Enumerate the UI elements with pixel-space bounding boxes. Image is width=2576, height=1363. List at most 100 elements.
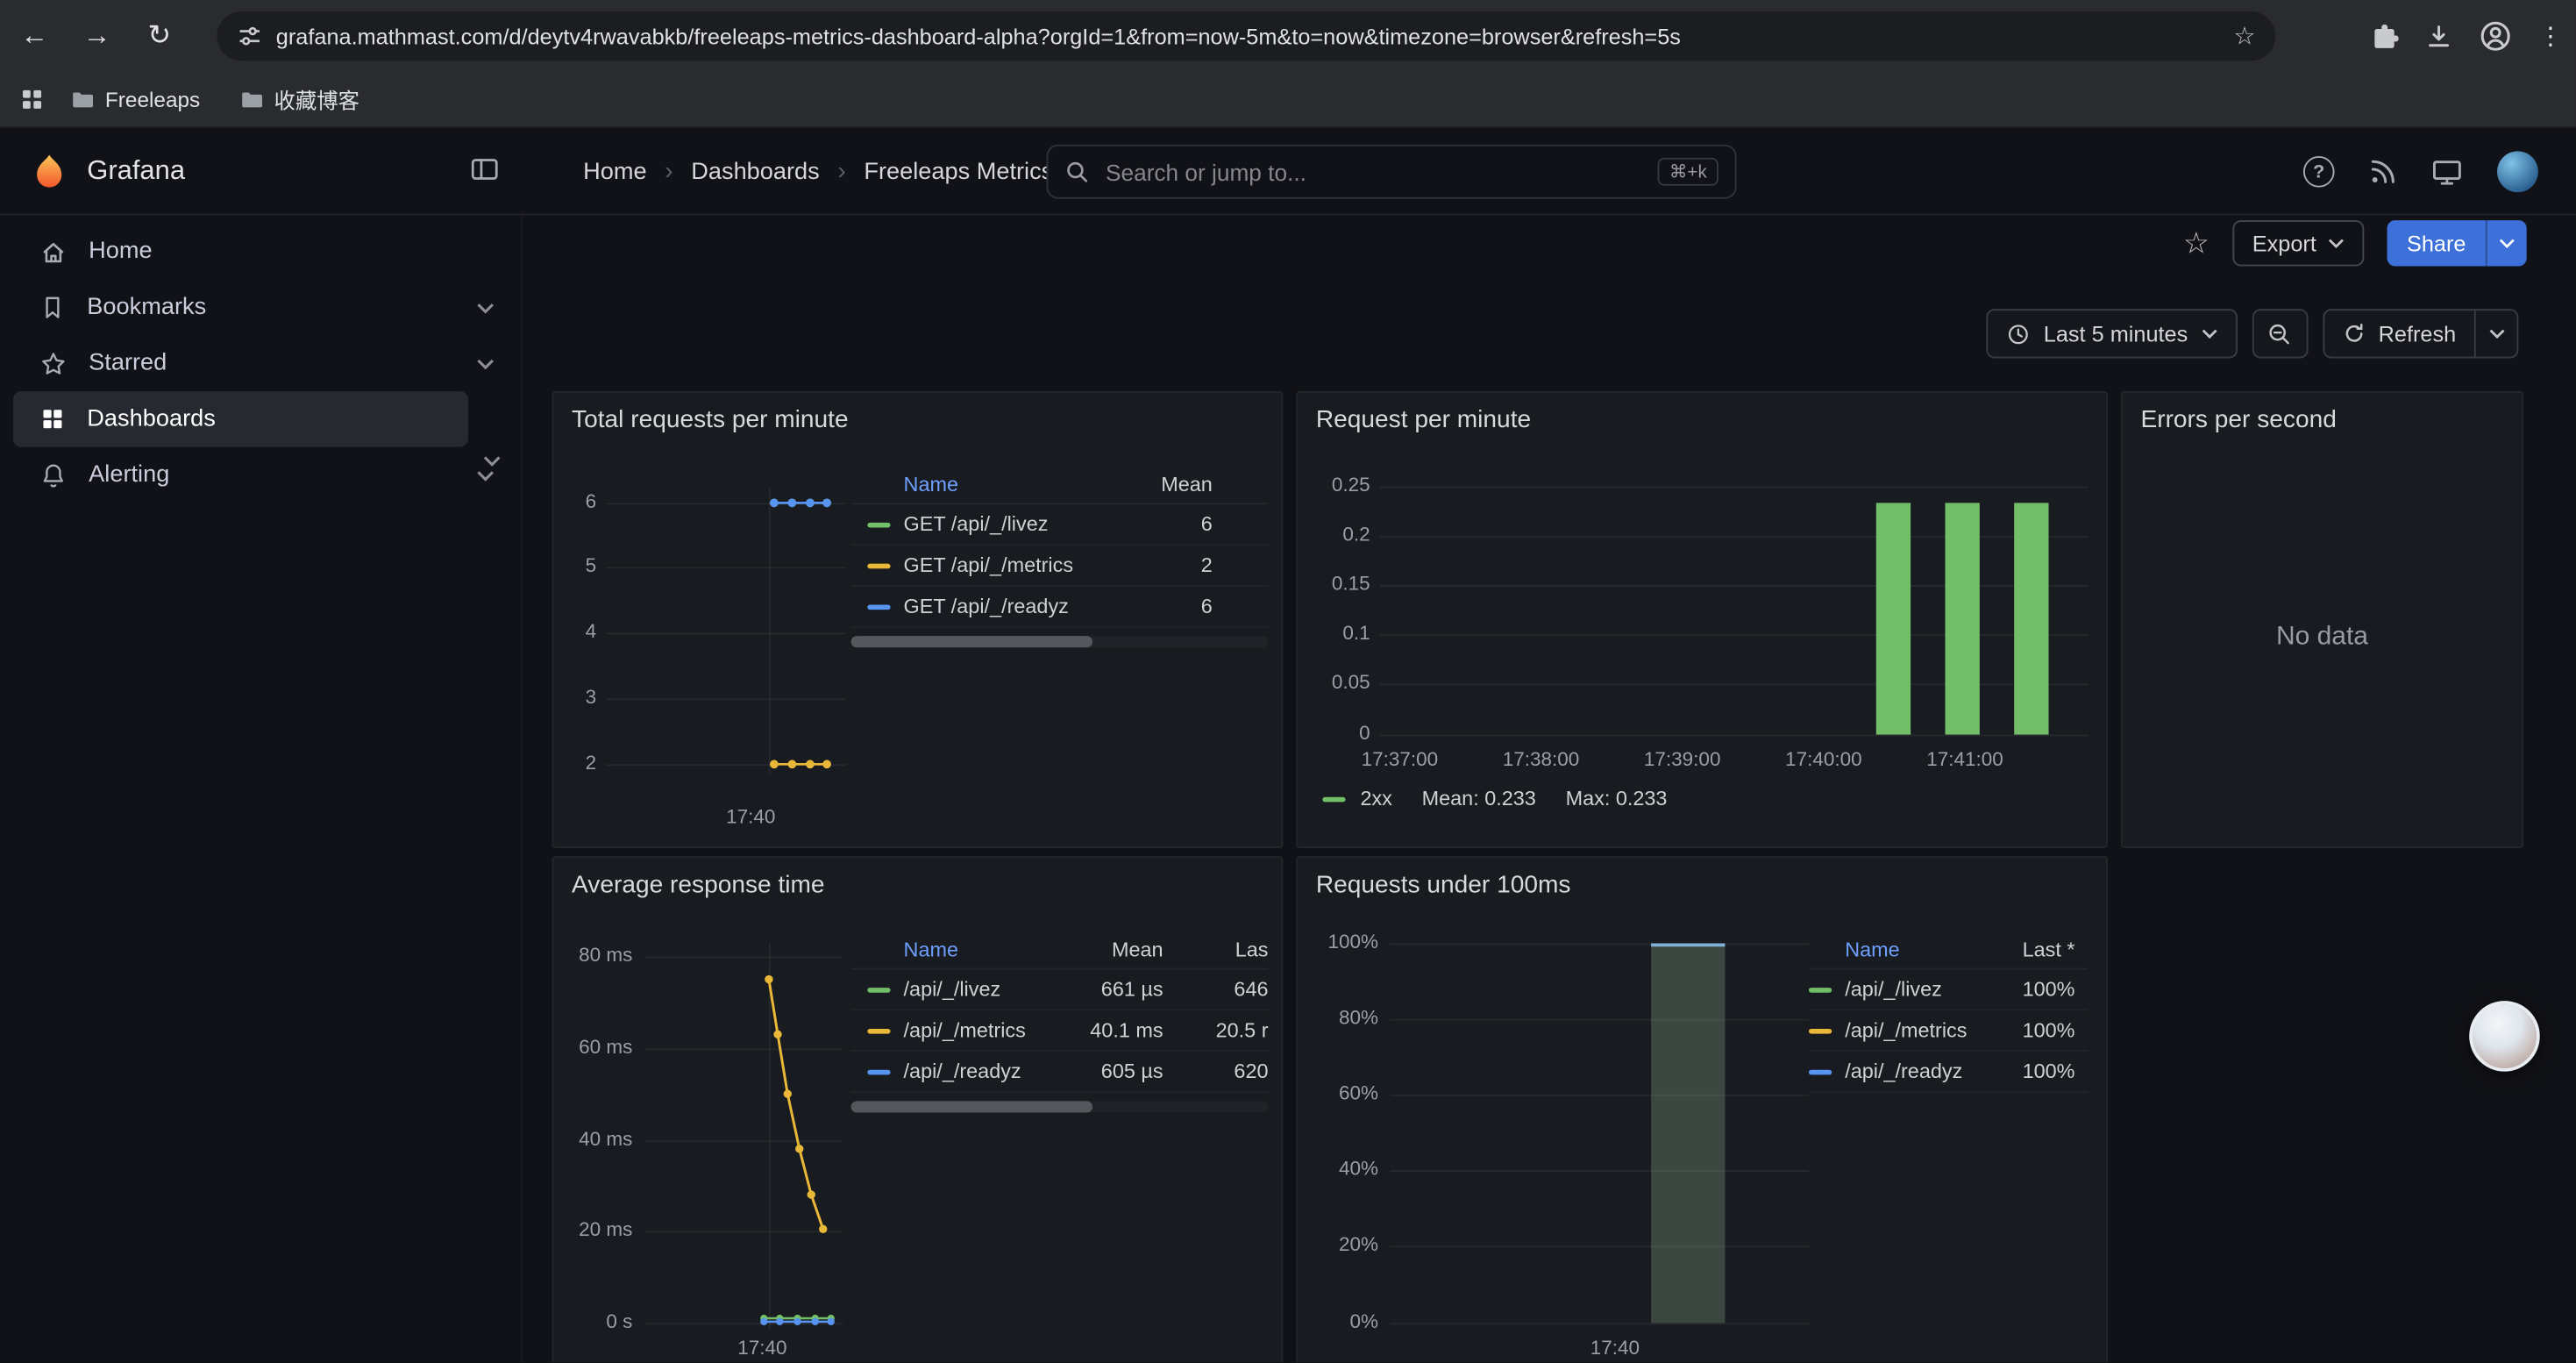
legend-header-mean[interactable]: Mean (1104, 473, 1268, 496)
chevron-down-icon[interactable] (476, 358, 495, 369)
legend-scrollbar[interactable] (851, 636, 1269, 647)
bookmark-folder-blogs[interactable]: 收藏博客 (226, 79, 373, 120)
help-icon[interactable]: ? (2303, 156, 2335, 188)
legend-row[interactable]: /api/_/metrics 100% (1809, 1010, 2089, 1052)
chevron-down-icon (2488, 329, 2505, 339)
share-button[interactable]: Share (2387, 220, 2485, 266)
panel-avg-response-time: Average response time 80 ms60 ms40 ms20 … (552, 856, 1284, 1362)
legend-header-last[interactable]: Last * (1996, 938, 2075, 960)
share-label: Share (2407, 231, 2466, 255)
star-icon (39, 349, 68, 377)
legend-row[interactable]: /api/_/readyz 100% (1809, 1052, 2089, 1093)
panel-total-requests: Total requests per minute 6543217:40 Nam… (552, 391, 1284, 848)
scrollbar-thumb[interactable] (851, 1101, 1093, 1112)
legend-row[interactable]: /api/_/readyz 605 µs 620 (851, 1052, 1269, 1093)
refresh-button[interactable]: Refresh (2324, 310, 2474, 356)
search-input[interactable] (1102, 157, 1644, 187)
search-icon (1064, 160, 1089, 184)
profile-icon[interactable] (2479, 19, 2511, 52)
grafana-logo-icon (30, 152, 69, 191)
legend-row[interactable]: GET /api/_/readyz 6 (851, 587, 1269, 628)
reload-button[interactable]: ↻ (132, 8, 188, 64)
legend-header-last[interactable]: Las (1190, 938, 1269, 960)
time-controls: Last 5 minutes Refresh (1986, 309, 2518, 358)
grafana-brand[interactable]: Grafana (0, 128, 523, 215)
series-color-dash (867, 604, 890, 610)
apps-grid-icon[interactable] (19, 87, 44, 111)
back-button[interactable]: ← (6, 8, 62, 64)
bar (1945, 503, 1979, 735)
browser-menu-icon[interactable]: ⋮ (2538, 21, 2563, 51)
export-button[interactable]: Export (2232, 220, 2364, 266)
sidebar-item-bookmarks[interactable]: Bookmarks (13, 280, 508, 336)
user-avatar[interactable] (2497, 151, 2538, 192)
panel-title[interactable]: Errors per second (2123, 393, 2522, 438)
address-bar[interactable]: grafana.mathmast.com/d/deytv4rwavabkb/fr… (217, 11, 2275, 61)
breadcrumb-dashboards[interactable]: Dashboards (691, 159, 820, 185)
breadcrumb-home[interactable]: Home (583, 159, 646, 185)
grid-h (1380, 487, 2089, 489)
zoom-out-icon (2267, 321, 2292, 346)
panel-errors-per-second: Errors per second No data (2121, 391, 2523, 848)
url-text[interactable]: grafana.mathmast.com/d/deytv4rwavabkb/fr… (276, 24, 2221, 48)
clock-icon (2006, 321, 2031, 346)
news-rss-icon[interactable] (2369, 158, 2397, 186)
home-icon (39, 238, 68, 266)
legend-header-name[interactable]: Name (904, 473, 1105, 496)
site-info-icon[interactable] (237, 23, 263, 49)
dashboards-grid-icon (39, 406, 66, 432)
download-icon[interactable] (2425, 22, 2453, 50)
legend-mean-stat: Mean: 0.233 (1422, 788, 1536, 810)
forward-button[interactable]: → (69, 8, 125, 64)
sidebar-item-home[interactable]: Home (13, 224, 508, 280)
legend-inline[interactable]: 2xx Mean: 0.233 Max: 0.233 (1322, 788, 1667, 810)
sidebar-toggle-icon[interactable] (470, 154, 500, 184)
time-range-picker[interactable]: Last 5 minutes (1986, 309, 2237, 358)
scrollbar-thumb[interactable] (851, 636, 1093, 647)
panel-requests-under-100ms: Requests under 100ms 100%80%60%40%20%0%1… (1296, 856, 2108, 1362)
legend-series-name: GET /api/_/readyz (904, 595, 1105, 617)
chart-request-per-minute: 0.250.20.150.10.05017:37:0017:38:0017:39… (1298, 393, 2106, 846)
chevron-down-icon[interactable] (483, 455, 502, 467)
no-data-message: No data (2123, 623, 2522, 653)
legend-row[interactable]: GET /api/_/metrics 2 (851, 546, 1269, 587)
legend-scrollbar[interactable] (851, 1101, 1269, 1112)
axis-tick-label: 17:40 (1541, 1336, 1690, 1359)
grid-h (1390, 1095, 1809, 1096)
legend-row[interactable]: /api/_/livez 661 µs 646 (851, 969, 1269, 1010)
sidebar-nav: Home Bookmarks Starre (0, 215, 523, 1362)
sidebar-item-alerting[interactable]: Alerting (13, 447, 508, 503)
legend-series-last: 20.5 r (1190, 1019, 1269, 1042)
refresh-interval-dropdown[interactable] (2474, 310, 2517, 356)
share-split-button: Share (2387, 220, 2526, 266)
assistant-floating-avatar[interactable] (2469, 1001, 2540, 1072)
bookmark-star-icon[interactable]: ☆ (2233, 21, 2255, 51)
chevron-down-icon (2328, 239, 2345, 248)
favorite-star-icon[interactable]: ☆ (2183, 226, 2210, 260)
legend-header-mean[interactable]: Mean (1035, 938, 1163, 960)
legend-series-last: 620 (1190, 1060, 1269, 1083)
breadcrumb-separator: › (837, 158, 845, 186)
bookmark-folder-freeleaps[interactable]: Freeleaps (58, 82, 214, 117)
chevron-down-icon[interactable] (476, 302, 495, 313)
share-dropdown-button[interactable] (2486, 220, 2527, 266)
bookmark-icon (39, 294, 66, 320)
screen: ← → ↻ grafana.mathmast.com/d/deytv4rwava… (0, 0, 2576, 1362)
legend-header-name[interactable]: Name (904, 938, 1035, 960)
legend-series-name: /api/_/metrics (1845, 1019, 1996, 1042)
sidebar-item-dashboards[interactable]: Dashboards (13, 391, 468, 447)
chevron-down-icon[interactable] (476, 469, 495, 481)
export-label: Export (2252, 231, 2316, 255)
zoom-out-button[interactable] (2252, 309, 2308, 358)
search-box[interactable]: ⌘+k (1047, 145, 1737, 199)
axis-tick-label: 100% (1280, 931, 1378, 953)
extensions-icon[interactable] (2371, 22, 2399, 50)
legend-header-name[interactable]: Name (1845, 938, 1996, 960)
screen-share-icon[interactable] (2431, 156, 2463, 188)
bar (1651, 944, 1725, 1324)
axis-tick-label: 0.25 (1271, 474, 1370, 496)
legend-row[interactable]: /api/_/livez 100% (1809, 969, 2089, 1010)
sidebar-item-starred[interactable]: Starred (13, 335, 508, 391)
legend-row[interactable]: GET /api/_/livez 6 (851, 504, 1269, 546)
legend-row[interactable]: /api/_/metrics 40.1 ms 20.5 r (851, 1010, 1269, 1052)
